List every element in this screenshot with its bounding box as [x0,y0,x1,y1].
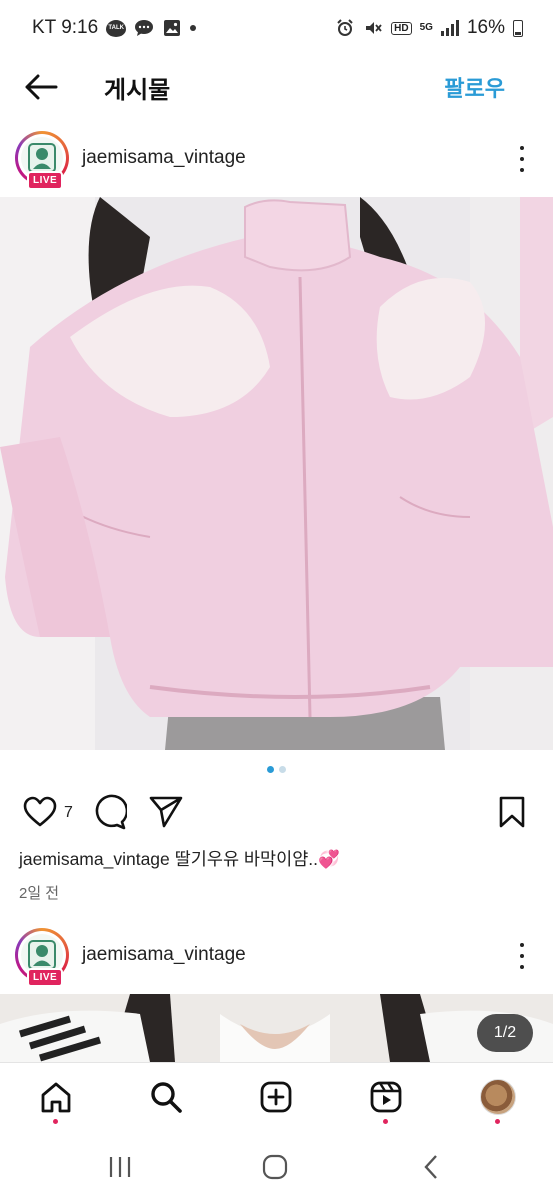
heart-icon [23,796,57,827]
home-icon [41,1082,71,1113]
mute-icon [363,18,383,38]
nav-home[interactable] [36,1077,76,1124]
post-photo[interactable] [0,197,553,750]
plus-square-icon [260,1081,292,1113]
reels-icon [370,1081,402,1113]
carousel-indicator [0,766,553,773]
post-photo-2[interactable] [0,994,553,1062]
caption-text: 딸기우유 바막이얌..💞 [169,849,340,869]
chevron-left-icon [424,1155,437,1179]
post-caption: jaemisama_vintage 딸기우유 바막이얌..💞 [19,846,340,871]
signal-icon [440,20,459,36]
live-badge: LIVE [27,968,64,987]
live-badge: LIVE [27,171,64,190]
share-button[interactable] [148,794,184,830]
status-bar: KT 9:16 TALK HD 5G 16% [0,0,553,56]
notification-dot-icon [53,1119,58,1124]
bottom-nav [0,1062,553,1134]
network-type: 5G [419,22,433,33]
kakaotalk-icon: TALK [106,19,127,37]
send-icon [149,796,183,828]
notification-dot-icon [383,1119,388,1124]
profile-logo-icon [28,940,56,970]
battery-icon [513,19,523,37]
profile-avatar [480,1079,516,1115]
carrier-time: KT 9:16 [32,17,99,38]
post-username[interactable]: jaemisama_vintage [82,147,246,169]
post-time: 2일 전 [19,885,60,902]
arrow-left-icon [25,74,58,100]
nav-reels[interactable] [366,1077,406,1124]
app-header: 게시물 팔로우 [0,56,553,118]
like-button[interactable] [22,794,58,830]
carousel-dot-active [267,766,274,773]
post-actions: 7 [0,792,553,832]
nav-search[interactable] [146,1077,186,1117]
caption-username[interactable]: jaemisama_vintage [19,849,170,869]
back-button[interactable] [22,68,60,106]
profile-logo-icon [28,143,56,173]
back-system-button[interactable] [416,1152,446,1182]
carousel-counter: 1/2 [477,1014,533,1052]
battery-percent: 16% [466,17,505,38]
white-jacket-photo [0,994,553,1062]
home-circle-icon [262,1154,288,1180]
more-options-button[interactable] [515,142,529,176]
post-header-2: LIVE jaemisama_vintage [0,923,553,989]
message-icon [134,18,154,38]
carousel-dot [279,766,286,773]
more-vertical-icon [520,943,524,947]
like-count[interactable]: 7 [64,804,73,822]
search-icon [151,1082,182,1113]
alarm-icon [335,18,355,38]
pink-jacket-photo [0,197,553,750]
image-icon [162,18,182,38]
save-button[interactable] [494,794,530,830]
recents-button[interactable] [105,1152,135,1182]
more-vertical-icon [520,146,524,150]
page-title: 게시물 [104,77,171,104]
notification-dot-icon [495,1119,500,1124]
nav-profile[interactable] [478,1077,518,1124]
home-system-button[interactable] [260,1152,290,1182]
comment-icon [95,794,127,830]
post-username[interactable]: jaemisama_vintage [82,944,246,966]
recents-icon [109,1157,131,1177]
system-nav-bar [0,1134,553,1200]
follow-button[interactable]: 팔로우 [444,71,505,103]
nav-create[interactable] [256,1077,296,1117]
notification-dot-icon [190,25,197,31]
more-options-button[interactable] [515,939,529,973]
comment-button[interactable] [91,794,127,830]
bookmark-icon [499,796,525,828]
hd-icon: HD [391,21,412,35]
post-header: LIVE jaemisama_vintage [0,126,553,192]
